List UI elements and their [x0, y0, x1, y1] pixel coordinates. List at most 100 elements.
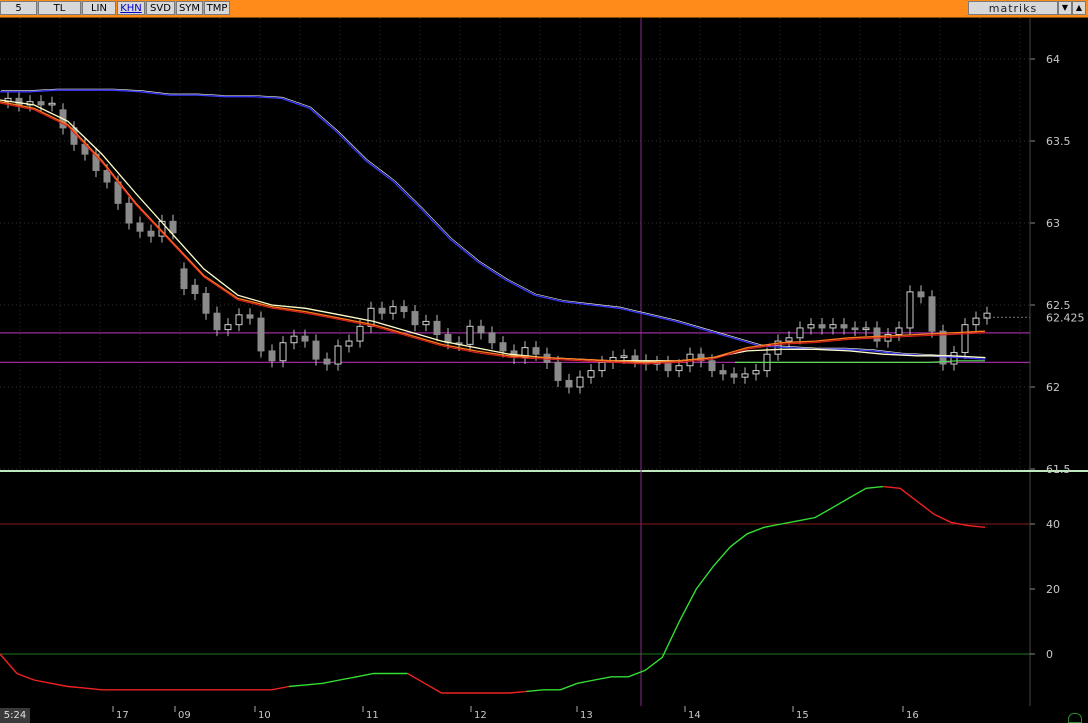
candle — [433, 314, 441, 342]
candle-body — [345, 340, 353, 347]
candle — [719, 364, 727, 381]
price-tick-label: 62.5 — [1046, 299, 1071, 312]
date-tick-label: 16 — [906, 710, 919, 721]
candle-body — [334, 345, 342, 365]
candle-body — [818, 324, 826, 329]
candle — [873, 321, 881, 348]
clock-readout: 5:24 — [0, 708, 30, 723]
indicator-line-down-1 — [0, 653, 289, 691]
candle — [631, 349, 639, 368]
candle-body — [378, 307, 386, 314]
candle-body — [532, 347, 540, 355]
candle-body — [202, 293, 210, 314]
candle-body — [169, 220, 177, 234]
candle — [895, 321, 903, 342]
candle-body — [829, 324, 837, 329]
candle — [972, 311, 980, 332]
candle-body — [554, 361, 562, 381]
candle-body — [411, 311, 419, 326]
candle — [367, 301, 375, 333]
candle-body — [873, 327, 881, 342]
candle-body — [609, 356, 617, 363]
candle — [609, 350, 617, 369]
matriks-logo: matriks — [968, 1, 1058, 15]
candle-body — [961, 324, 969, 354]
candle-body — [499, 342, 507, 352]
candle — [202, 286, 210, 320]
candle-body — [477, 325, 485, 334]
candle-body — [840, 324, 848, 329]
toolbar-button-tmp[interactable]: TMP — [204, 1, 230, 15]
candle-body — [719, 370, 727, 375]
last-price-label: 62.425 — [1046, 311, 1085, 324]
toolbar-button-khn[interactable]: KHN — [117, 1, 145, 15]
candle — [48, 96, 56, 112]
candle-body — [675, 365, 683, 372]
candle-body — [125, 202, 133, 224]
candle — [917, 285, 925, 304]
candle-body — [598, 361, 606, 372]
candle — [488, 326, 496, 350]
candle-body — [895, 327, 903, 336]
candle — [136, 216, 144, 238]
toolbar-button-lin[interactable]: LIN — [82, 1, 116, 15]
candle — [587, 364, 595, 384]
date-tick-label: 13 — [580, 710, 593, 721]
candle-body — [972, 317, 980, 326]
candle — [741, 367, 749, 384]
candle — [345, 334, 353, 353]
candle — [477, 319, 485, 340]
toolbar-button-sym[interactable]: SYM — [176, 1, 203, 15]
candle — [257, 311, 265, 358]
candle — [422, 314, 430, 332]
candle — [928, 290, 936, 338]
date-tick-label: 09 — [178, 710, 191, 721]
candle-body — [301, 335, 309, 342]
candle — [213, 306, 221, 337]
candle-body — [587, 370, 595, 378]
chevron-up-icon[interactable]: ▲ — [1072, 1, 1086, 15]
chevron-down-icon[interactable]: ▼ — [1058, 1, 1072, 15]
candle-body — [312, 340, 320, 360]
candle — [268, 344, 276, 368]
candle — [191, 278, 199, 301]
candle-body — [796, 327, 804, 339]
candle-body — [257, 317, 265, 352]
candle — [983, 306, 991, 325]
candle — [950, 346, 958, 371]
price-chart[interactable]: 64 63.5 63 62.5 62 61.5 62.425 40 20 0 17 09 10 11 12 1… — [0, 18, 1088, 723]
candle — [378, 301, 386, 320]
candle — [785, 331, 793, 348]
candle — [411, 305, 419, 332]
candle-body — [180, 268, 188, 290]
candle-body — [268, 350, 276, 362]
indicator-line-down-2 — [407, 672, 527, 694]
ma-blue-line — [0, 89, 986, 360]
toolbar-button-tl[interactable]: TL — [38, 1, 81, 15]
price-tick-label: 63.5 — [1046, 135, 1071, 148]
indicator-tick-label: 40 — [1046, 518, 1060, 531]
candle — [752, 364, 760, 381]
panel-divider — [0, 470, 1088, 472]
candle-body — [246, 314, 254, 319]
candle-body — [939, 330, 947, 365]
candle-body — [708, 360, 716, 372]
toolbar-button-svd[interactable]: SVD — [146, 1, 175, 15]
candle-body — [103, 170, 111, 183]
date-tick-label: 12 — [474, 710, 487, 721]
candle — [323, 352, 331, 371]
candle — [125, 196, 133, 230]
candle-body — [147, 230, 155, 237]
candle-body — [950, 352, 958, 365]
ma-white-line — [0, 99, 986, 362]
price-tick-label: 61.5 — [1046, 463, 1071, 476]
toolbar-button-5[interactable]: 5 — [0, 1, 37, 15]
candle-body — [807, 324, 815, 329]
candle-body — [422, 320, 430, 326]
candle-body — [235, 314, 243, 326]
indicator-tick-label: 0 — [1046, 648, 1053, 661]
candle-body — [620, 355, 628, 358]
candle — [598, 355, 606, 378]
candle — [400, 300, 408, 319]
candle-body — [279, 342, 287, 362]
